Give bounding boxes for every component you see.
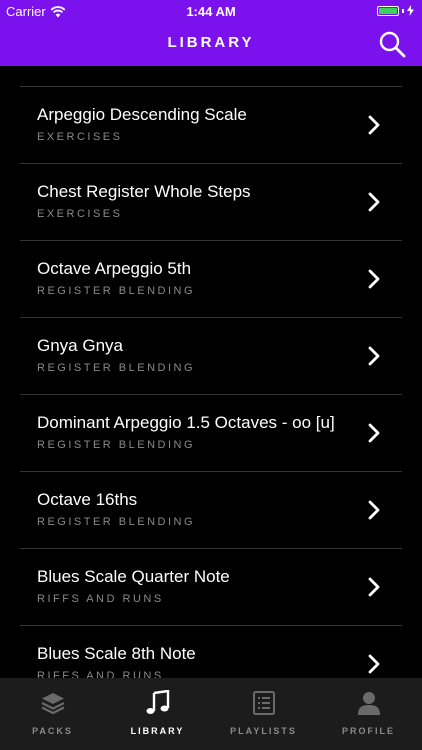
- list-item[interactable]: Gnya Gnya REGISTER BLENDING: [20, 318, 402, 395]
- chevron-right-icon: [368, 346, 380, 366]
- tab-bar: PACKS LIBRARY PLAYLISTS PROFILE: [0, 678, 422, 750]
- list-item[interactable]: Blues Scale Quarter Note RIFFS AND RUNS: [20, 549, 402, 626]
- tab-library[interactable]: LIBRARY: [105, 678, 210, 750]
- tab-label: PLAYLISTS: [230, 726, 297, 736]
- music-note-icon: [146, 690, 170, 714]
- status-bar: Carrier 1:44 AM: [0, 0, 422, 22]
- page-title: LIBRARY: [167, 34, 255, 51]
- battery-level: [379, 7, 397, 14]
- layers-icon: [41, 693, 65, 715]
- exercise-category: REGISTER BLENDING: [37, 362, 196, 374]
- list-icon: [253, 691, 275, 715]
- exercise-title: Octave 16ths: [37, 490, 138, 509]
- tab-label: LIBRARY: [130, 726, 185, 736]
- list-item[interactable]: Arpeggio Descending Scale EXERCISES: [20, 87, 402, 164]
- chevron-right-icon: [368, 269, 380, 289]
- charging-icon: [407, 5, 414, 16]
- battery-tip: [402, 8, 404, 13]
- exercise-category: RIFFS AND RUNS: [37, 670, 164, 678]
- chevron-right-icon: [368, 500, 380, 520]
- exercise-category: EXERCISES: [37, 208, 123, 220]
- list-item[interactable]: Blues Scale 8th Note RIFFS AND RUNS: [20, 626, 402, 678]
- status-time: 1:44 AM: [186, 4, 236, 19]
- tab-profile[interactable]: PROFILE: [316, 678, 421, 750]
- exercise-title: Blues Scale 8th Note: [37, 644, 196, 663]
- exercise-title: Chest Register Whole Steps: [37, 182, 251, 201]
- exercise-title: Arpeggio Descending Scale: [37, 105, 247, 124]
- search-icon[interactable]: [378, 30, 406, 58]
- chevron-right-icon: [368, 192, 380, 212]
- exercise-title: Blues Scale Quarter Note: [37, 567, 230, 586]
- chevron-right-icon: [368, 423, 380, 443]
- tab-packs[interactable]: PACKS: [0, 678, 105, 750]
- tab-label: PACKS: [32, 726, 73, 736]
- list-item[interactable]: Octave Arpeggio 5th REGISTER BLENDING: [20, 241, 402, 318]
- battery-icon: [377, 5, 399, 16]
- library-rows: Arpeggio Descending Scale EXERCISES Chest …: [0, 87, 422, 678]
- exercise-title: Dominant Arpeggio 1.5 Octaves - oo [u]: [37, 413, 335, 432]
- exercise-category: REGISTER BLENDING: [37, 285, 196, 297]
- tab-label: PROFILE: [341, 726, 395, 736]
- list-item[interactable]: Chest Register Whole Steps EXERCISES: [20, 164, 402, 241]
- exercise-category: REGISTER BLENDING: [37, 439, 196, 451]
- exercise-title: Octave Arpeggio 5th: [37, 259, 192, 278]
- battery-indicator: [377, 5, 414, 16]
- person-icon: [358, 692, 380, 715]
- exercise-category: REGISTER BLENDING: [37, 516, 196, 528]
- chevron-right-icon: [368, 577, 380, 597]
- library-list[interactable]: Arpeggio Descending Scale EXERCISES Chest …: [0, 66, 422, 678]
- exercise-category: EXERCISES: [37, 131, 123, 143]
- chevron-right-icon: [368, 654, 380, 674]
- list-item[interactable]: Dominant Arpeggio 1.5 Octaves - oo [u] RE…: [20, 395, 402, 472]
- list-item[interactable]: Octave 16ths REGISTER BLENDING: [20, 472, 402, 549]
- nav-header: Carrier 1:44 AM LIBRARY: [0, 0, 422, 66]
- exercise-title: Gnya Gnya: [37, 336, 123, 355]
- exercise-category: RIFFS AND RUNS: [37, 593, 164, 605]
- tab-playlists[interactable]: PLAYLISTS: [211, 678, 316, 750]
- chevron-right-icon: [368, 115, 380, 135]
